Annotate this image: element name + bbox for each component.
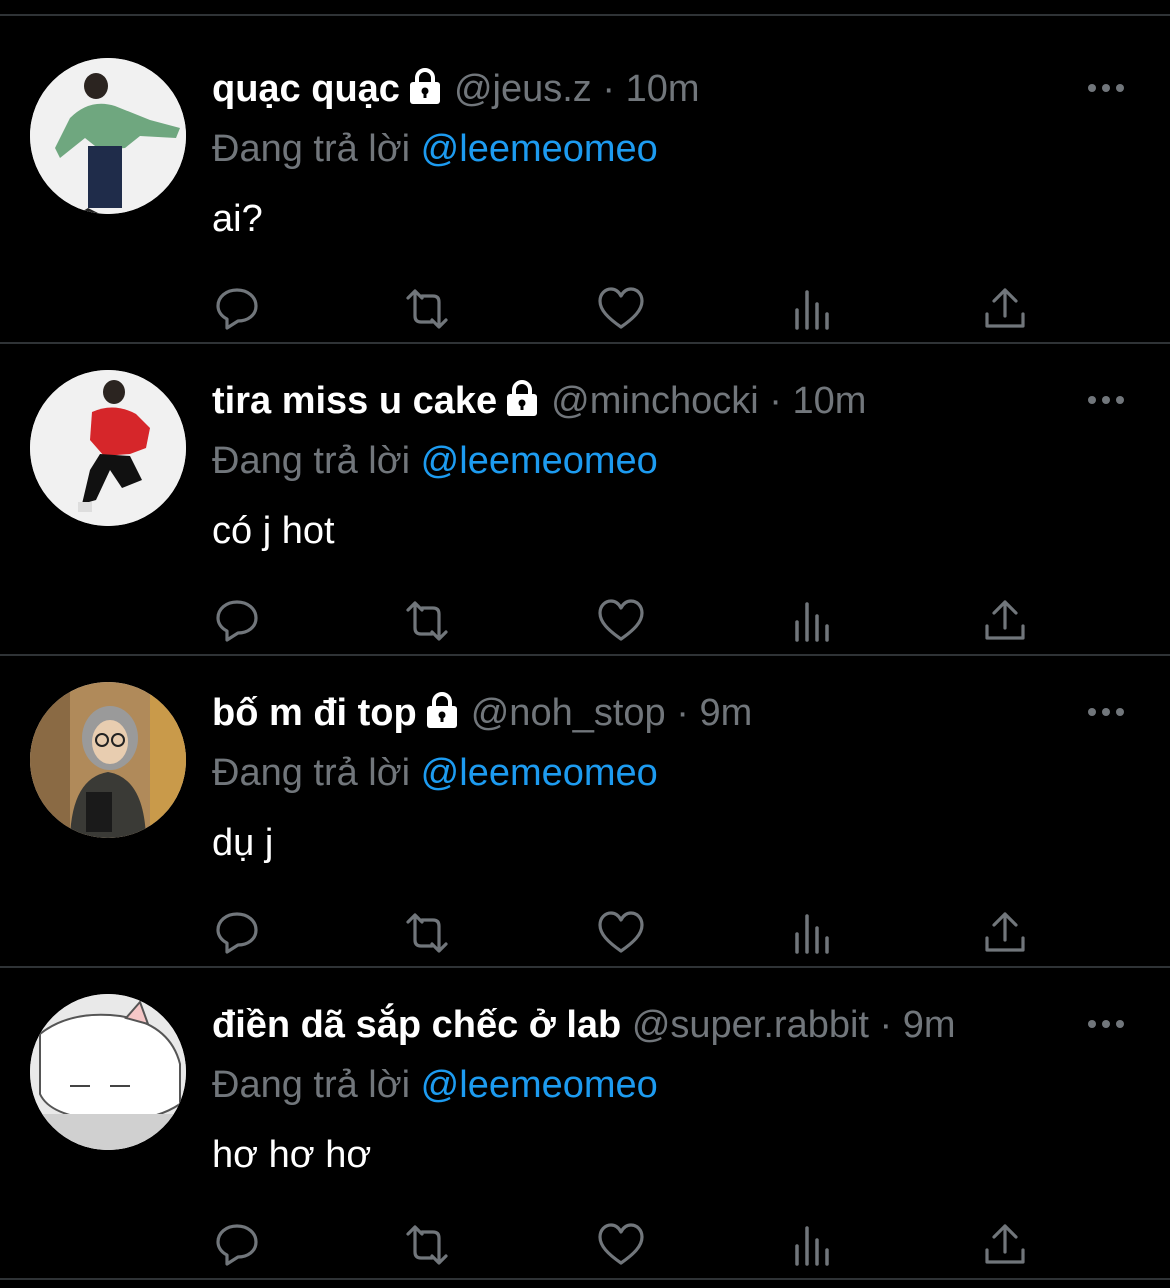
views-icon[interactable] <box>788 1220 838 1270</box>
views-icon[interactable] <box>788 284 838 334</box>
user-handle[interactable]: @jeus.z <box>454 68 592 110</box>
reply-icon[interactable] <box>212 908 262 958</box>
reply-icon[interactable] <box>212 1220 262 1270</box>
avatar-image <box>30 370 186 526</box>
separator: · <box>676 692 689 734</box>
share-icon[interactable] <box>980 596 1030 646</box>
tweet[interactable]: điền dã sắp chếc ở lab @super.rabbit · 9… <box>0 952 1170 1266</box>
retweet-icon[interactable] <box>402 1220 452 1270</box>
more-icon[interactable] <box>1086 78 1126 98</box>
tweet-header: tira miss u cake @minchocki · 10m <box>212 378 1072 424</box>
separator: · <box>769 380 782 422</box>
tweet[interactable]: tira miss u cake @minchocki · 10m Đang tr… <box>0 328 1170 642</box>
reply-handle-link[interactable]: @leemeomeo <box>421 440 658 482</box>
avatar[interactable] <box>30 682 186 838</box>
tweet-text: hơ hơ hơ <box>212 1134 372 1176</box>
heart-icon[interactable] <box>596 1220 646 1270</box>
views-icon[interactable] <box>788 908 838 958</box>
display-name[interactable]: tira miss u cake <box>212 380 497 422</box>
tweet-text: có j hot <box>212 510 335 552</box>
avatar-image <box>30 58 186 214</box>
avatar-image <box>30 682 186 838</box>
tweet-header: bố m đi top @noh_stop · 9m <box>212 690 1072 736</box>
tweet-text: ai? <box>212 198 263 240</box>
lock-icon <box>423 691 461 740</box>
lock-icon <box>406 67 444 116</box>
tweet-header: điền dã sắp chếc ở lab @super.rabbit · 9… <box>212 1002 1072 1048</box>
heart-icon[interactable] <box>596 284 646 334</box>
heart-icon[interactable] <box>596 908 646 958</box>
reply-context: Đang trả lời @leemeomeo <box>212 438 658 484</box>
reply-prefix: Đang trả lời <box>212 1064 411 1106</box>
timestamp[interactable]: 10m <box>626 68 700 110</box>
reply-context: Đang trả lời @leemeomeo <box>212 126 658 172</box>
reply-context: Đang trả lời @leemeomeo <box>212 1062 658 1108</box>
separator: · <box>879 1004 893 1046</box>
reply-prefix: Đang trả lời <box>212 440 411 482</box>
timestamp[interactable]: 9m <box>699 692 752 734</box>
reply-icon[interactable] <box>212 284 262 334</box>
reply-handle-link[interactable]: @leemeomeo <box>421 1064 658 1106</box>
share-icon[interactable] <box>980 908 1030 958</box>
reply-handle-link[interactable]: @leemeomeo <box>421 128 658 170</box>
tweet[interactable]: bố m đi top @noh_stop · 9m Đang trả lời @… <box>0 640 1170 954</box>
tweet-text: dụ j <box>212 822 274 864</box>
user-handle[interactable]: @noh_stop <box>471 692 666 734</box>
retweet-icon[interactable] <box>402 596 452 646</box>
display-name[interactable]: quạc quạc <box>212 68 400 110</box>
avatar[interactable] <box>30 58 186 214</box>
display-name[interactable]: điền dã sắp chếc ở lab <box>212 1004 621 1046</box>
views-icon[interactable] <box>788 596 838 646</box>
user-handle[interactable]: @super.rabbit <box>632 1004 869 1046</box>
share-icon[interactable] <box>980 284 1030 334</box>
divider <box>0 1278 1170 1280</box>
reply-prefix: Đang trả lời <box>212 752 411 794</box>
retweet-icon[interactable] <box>402 908 452 958</box>
more-icon[interactable] <box>1086 390 1126 410</box>
separator: · <box>602 68 616 110</box>
reply-icon[interactable] <box>212 596 262 646</box>
avatar[interactable] <box>30 994 186 1150</box>
timestamp[interactable]: 10m <box>792 380 866 422</box>
timestamp[interactable]: 9m <box>903 1004 956 1046</box>
reply-handle-link[interactable]: @leemeomeo <box>421 752 658 794</box>
heart-icon[interactable] <box>596 596 646 646</box>
lock-icon <box>503 379 541 428</box>
display-name[interactable]: bố m đi top <box>212 692 417 734</box>
share-icon[interactable] <box>980 1220 1030 1270</box>
retweet-icon[interactable] <box>402 284 452 334</box>
reply-context: Đang trả lời @leemeomeo <box>212 750 658 796</box>
more-icon[interactable] <box>1086 702 1126 722</box>
user-handle[interactable]: @minchocki <box>551 380 759 422</box>
avatar-image <box>30 994 186 1150</box>
avatar[interactable] <box>30 370 186 526</box>
reply-prefix: Đang trả lời <box>212 128 411 170</box>
more-icon[interactable] <box>1086 1014 1126 1034</box>
tweet[interactable]: quạc quạc @jeus.z · 10m Đang trả lời @lee… <box>0 16 1170 330</box>
tweet-header: quạc quạc @jeus.z · 10m <box>212 66 1072 112</box>
